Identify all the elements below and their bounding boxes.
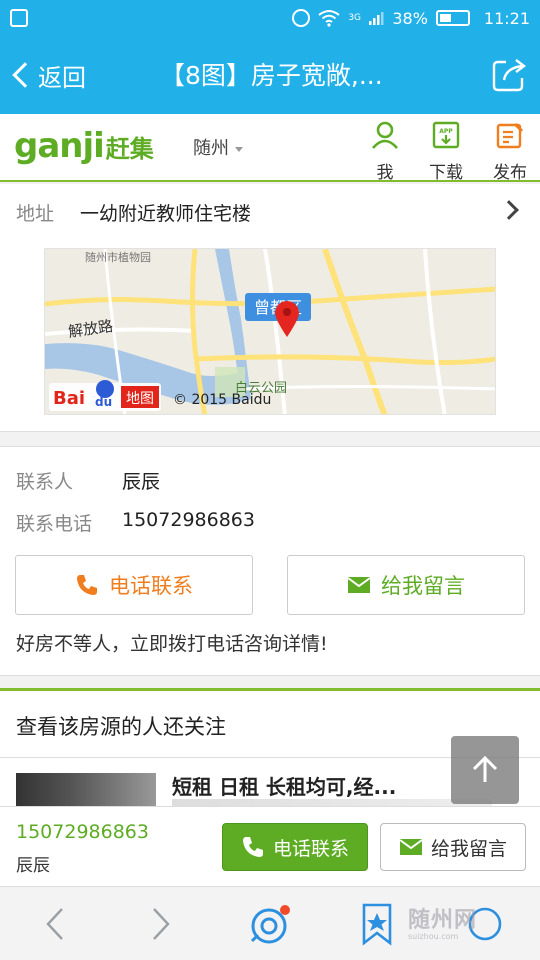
app-download-icon: APP: [432, 121, 460, 149]
ganji-logo[interactable]: ganji 赶集: [14, 126, 154, 166]
back-button[interactable]: 返回: [10, 54, 86, 96]
watermark-sub: suizhou.com: [408, 932, 459, 941]
contact-phone-key: 联系电话: [16, 513, 93, 535]
back-to-top-button[interactable]: [451, 736, 519, 804]
contact-person-key: 联系人: [16, 471, 74, 493]
chevron-right-icon: [499, 200, 519, 220]
status-icons: 3G 38% 11:21: [292, 7, 530, 29]
network-type: 3G: [348, 12, 362, 23]
contact-person-value: 辰辰: [122, 471, 161, 493]
browser-home-icon[interactable]: [246, 901, 292, 947]
caret-down-icon: [235, 146, 243, 152]
message-button-label: 给我留言: [381, 574, 465, 598]
browser-forward-icon[interactable]: [138, 901, 184, 947]
nav-download-label: 下载: [429, 163, 463, 183]
nav-publish[interactable]: 发布: [485, 118, 535, 183]
map-section: 曾都区 解放路 随州市植物园 白云公园 Bai du 地图 © 2015 Bai…: [0, 238, 540, 432]
bottom-contact-bar: 15072986863 辰辰 电话联系 给我留言: [0, 806, 540, 886]
nav-me-label: 我: [376, 163, 394, 183]
battery-percent: 38%: [392, 8, 428, 28]
message-button[interactable]: 给我留言: [287, 555, 525, 615]
chevron-left-icon: [12, 62, 38, 88]
page-title: 【8图】房子宽敞,...: [160, 61, 383, 90]
bottom-call-button[interactable]: 电话联系: [222, 823, 368, 871]
arrow-up-icon: [472, 755, 498, 782]
bottom-message-label: 给我留言: [430, 837, 507, 860]
call-button[interactable]: 电话联系: [15, 555, 253, 615]
phone-icon: [242, 837, 263, 857]
related-title: 查看该房源的人还关注: [16, 715, 226, 739]
baidu-logo-cn: 地图: [126, 391, 154, 407]
contact-hint: 好房不等人，立即拨打电话咨询详情!: [16, 633, 328, 655]
mail-icon: [399, 839, 423, 855]
back-label: 返回: [38, 63, 86, 92]
publish-icon: [496, 122, 524, 149]
nav-download[interactable]: APP 下载: [421, 118, 471, 183]
screenshot-icon: [10, 9, 28, 27]
call-button-label: 电话联系: [109, 574, 193, 598]
address-key: 地址: [16, 203, 55, 225]
baidu-logo-du: du: [95, 395, 112, 409]
status-bar: 3G 38% 11:21: [0, 0, 540, 36]
map-image[interactable]: 曾都区 解放路 随州市植物园 白云公园 Bai du 地图 © 2015 Bai…: [44, 248, 496, 415]
city-selector[interactable]: 随州: [193, 134, 243, 160]
watermark-text: 随州网: [408, 908, 478, 933]
browser-back-icon[interactable]: [32, 901, 78, 947]
map-graphic: 曾都区 解放路 随州市植物园 白云公园 Bai du 地图 © 2015 Bai…: [45, 249, 495, 414]
mail-icon: [347, 577, 371, 593]
clock: 11:21: [483, 8, 530, 28]
bottom-name: 辰辰: [16, 856, 50, 876]
related-item-title[interactable]: 短租 日租 长租均可,经...: [172, 771, 396, 800]
contact-phone-value[interactable]: 15072986863: [122, 509, 255, 531]
title-bar: 返回 【8图】房子宽敞,...: [0, 36, 540, 114]
map-top-label: 随州市植物园: [85, 250, 151, 264]
baidu-logo-text: Bai: [53, 388, 85, 409]
map-copyright: © 2015 Baidu: [173, 392, 271, 408]
site-watermark: 随州网 suizhou.com: [408, 902, 477, 941]
signal-icon: [369, 12, 384, 25]
bottom-phone[interactable]: 15072986863: [16, 821, 149, 843]
battery-icon: [435, 10, 470, 26]
nav-publish-label: 发布: [493, 163, 527, 183]
user-icon: [372, 121, 398, 149]
share-icon[interactable]: [490, 56, 528, 94]
nav-me[interactable]: 我: [360, 118, 410, 183]
address-row[interactable]: 地址 一幼附近教师住宅楼: [0, 184, 540, 238]
contact-section: 联系人 辰辰 联系电话 15072986863 电话联系 给我留言 好房不等人，…: [0, 446, 540, 676]
browser-bookmark-icon[interactable]: [354, 901, 400, 947]
brand-bar: ganji 赶集 随州 我 APP 下载 发布: [0, 114, 540, 183]
alarm-icon: [292, 9, 311, 27]
logo-text-en: ganji: [14, 126, 105, 166]
bottom-call-label: 电话联系: [272, 837, 349, 860]
wifi-icon: [318, 10, 340, 27]
logo-text-cn: 赶集: [105, 134, 154, 163]
svg-text:APP: APP: [439, 128, 453, 135]
phone-icon: [77, 575, 97, 595]
address-value: 一幼附近教师住宅楼: [80, 203, 252, 225]
bottom-message-button[interactable]: 给我留言: [380, 823, 526, 871]
city-name: 随州: [193, 138, 229, 159]
